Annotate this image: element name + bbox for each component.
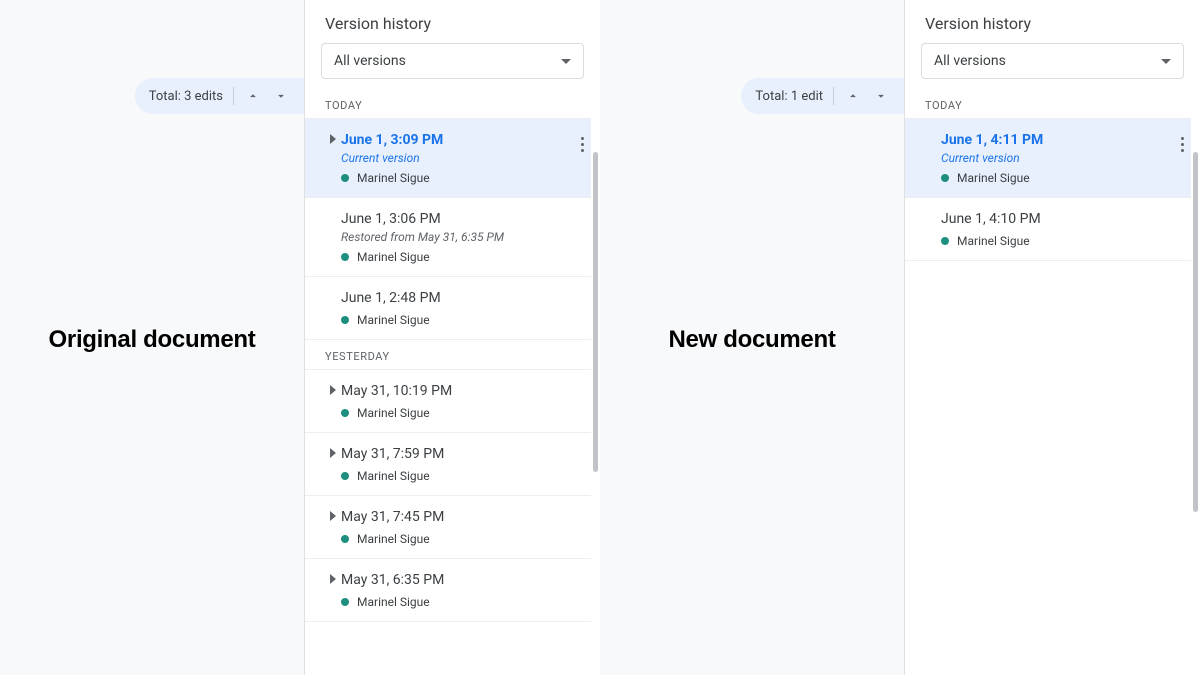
next-edit-button[interactable] bbox=[272, 87, 290, 105]
scrollbar-track bbox=[1191, 0, 1200, 675]
date-section-label: TODAY bbox=[905, 89, 1200, 119]
editor-color-dot bbox=[341, 409, 349, 417]
next-edit-button[interactable] bbox=[872, 87, 890, 105]
scrollbar-thumb[interactable] bbox=[1193, 152, 1198, 512]
comparison-label-right: New document bbox=[600, 326, 904, 354]
version-entry[interactable]: June 1, 4:11 PM Current version Marinel Si… bbox=[905, 119, 1200, 198]
left-pane: Total: 3 edits Original document Version… bbox=[0, 0, 600, 675]
version-timestamp: May 31, 10:19 PM bbox=[341, 382, 584, 400]
editor-row: Marinel Sigue bbox=[341, 469, 584, 483]
versions-filter-dropdown[interactable]: All versions bbox=[321, 43, 584, 79]
version-entry[interactable]: June 1, 4:10 PM Marinel Sigue bbox=[905, 198, 1200, 261]
version-timestamp: May 31, 7:59 PM bbox=[341, 445, 584, 463]
left-doc-area: Total: 3 edits Original document bbox=[0, 0, 304, 675]
editor-row: Marinel Sigue bbox=[941, 171, 1184, 185]
date-section-label: YESTERDAY bbox=[305, 340, 600, 370]
dropdown-label: All versions bbox=[334, 53, 406, 69]
version-history-panel-right: Version history All versions TODAYJune 1… bbox=[904, 0, 1200, 675]
version-list-left: TODAY June 1, 3:09 PM Current version Marin… bbox=[305, 89, 600, 622]
editor-color-dot bbox=[341, 174, 349, 182]
right-pane: Total: 1 edit New document Version histo… bbox=[600, 0, 1200, 675]
editor-color-dot bbox=[341, 253, 349, 261]
chevron-down-icon bbox=[1161, 53, 1171, 69]
edit-count-text: Total: 3 edits bbox=[149, 89, 223, 104]
version-subtitle: Restored from May 31, 6:35 PM bbox=[341, 230, 584, 244]
date-section-label: TODAY bbox=[305, 89, 600, 119]
version-entry[interactable]: May 31, 7:59 PM Marinel Sigue bbox=[305, 433, 600, 496]
more-options-icon[interactable] bbox=[577, 133, 588, 156]
edit-count-bar: Total: 3 edits bbox=[135, 78, 304, 114]
divider bbox=[233, 87, 234, 105]
version-timestamp: May 31, 7:45 PM bbox=[341, 508, 584, 526]
editor-name: Marinel Sigue bbox=[957, 171, 1030, 185]
editor-name: Marinel Sigue bbox=[357, 532, 430, 546]
comparison-label-left: Original document bbox=[0, 326, 304, 354]
edit-count-text: Total: 1 edit bbox=[755, 89, 823, 104]
expand-caret-icon[interactable] bbox=[328, 448, 338, 458]
version-subtitle: Current version bbox=[941, 151, 1184, 165]
editor-color-dot bbox=[941, 174, 949, 182]
scrollbar-track bbox=[591, 0, 600, 675]
version-timestamp: June 1, 4:10 PM bbox=[941, 210, 1184, 228]
version-entry[interactable]: May 31, 7:45 PM Marinel Sigue bbox=[305, 496, 600, 559]
more-options-icon[interactable] bbox=[1177, 133, 1188, 156]
editor-name: Marinel Sigue bbox=[357, 171, 430, 185]
prev-edit-button[interactable] bbox=[244, 87, 262, 105]
expand-caret-icon[interactable] bbox=[328, 385, 338, 395]
editor-name: Marinel Sigue bbox=[357, 250, 430, 264]
dropdown-label: All versions bbox=[934, 53, 1006, 69]
version-list-right: TODAY June 1, 4:11 PM Current version Marin… bbox=[905, 89, 1200, 261]
expand-caret-icon[interactable] bbox=[328, 511, 338, 521]
version-entry[interactable]: June 1, 2:48 PM Marinel Sigue bbox=[305, 277, 600, 340]
editor-color-dot bbox=[341, 316, 349, 324]
right-doc-area: Total: 1 edit New document bbox=[600, 0, 904, 675]
editor-row: Marinel Sigue bbox=[341, 595, 584, 609]
version-entry[interactable]: June 1, 3:09 PM Current version Marinel Si… bbox=[305, 119, 600, 198]
divider bbox=[833, 87, 834, 105]
editor-name: Marinel Sigue bbox=[357, 469, 430, 483]
version-timestamp: June 1, 3:09 PM bbox=[341, 131, 584, 149]
scrollbar-thumb[interactable] bbox=[593, 152, 598, 472]
version-timestamp: June 1, 4:11 PM bbox=[941, 131, 1184, 149]
editor-color-dot bbox=[341, 535, 349, 543]
editor-color-dot bbox=[341, 598, 349, 606]
editor-name: Marinel Sigue bbox=[357, 313, 430, 327]
prev-edit-button[interactable] bbox=[844, 87, 862, 105]
version-subtitle: Current version bbox=[341, 151, 584, 165]
editor-name: Marinel Sigue bbox=[357, 406, 430, 420]
editor-row: Marinel Sigue bbox=[341, 250, 584, 264]
editor-name: Marinel Sigue bbox=[957, 234, 1030, 248]
panel-title: Version history bbox=[905, 0, 1200, 43]
editor-row: Marinel Sigue bbox=[341, 532, 584, 546]
editor-row: Marinel Sigue bbox=[341, 406, 584, 420]
version-timestamp: June 1, 2:48 PM bbox=[341, 289, 584, 307]
editor-name: Marinel Sigue bbox=[357, 595, 430, 609]
edit-count-bar: Total: 1 edit bbox=[741, 78, 904, 114]
editor-row: Marinel Sigue bbox=[941, 234, 1184, 248]
version-timestamp: May 31, 6:35 PM bbox=[341, 571, 584, 589]
versions-filter-dropdown[interactable]: All versions bbox=[921, 43, 1184, 79]
version-history-panel-left: Version history All versions TODAYJune 1… bbox=[304, 0, 600, 675]
version-entry[interactable]: June 1, 3:06 PM Restored from May 31, 6:3… bbox=[305, 198, 600, 277]
editor-color-dot bbox=[341, 472, 349, 480]
panel-title: Version history bbox=[305, 0, 600, 43]
version-timestamp: June 1, 3:06 PM bbox=[341, 210, 584, 228]
editor-row: Marinel Sigue bbox=[341, 313, 584, 327]
expand-caret-icon[interactable] bbox=[328, 134, 338, 144]
chevron-down-icon bbox=[561, 53, 571, 69]
expand-caret-icon[interactable] bbox=[328, 574, 338, 584]
editor-row: Marinel Sigue bbox=[341, 171, 584, 185]
editor-color-dot bbox=[941, 237, 949, 245]
version-entry[interactable]: May 31, 10:19 PM Marinel Sigue bbox=[305, 370, 600, 433]
version-entry[interactable]: May 31, 6:35 PM Marinel Sigue bbox=[305, 559, 600, 622]
